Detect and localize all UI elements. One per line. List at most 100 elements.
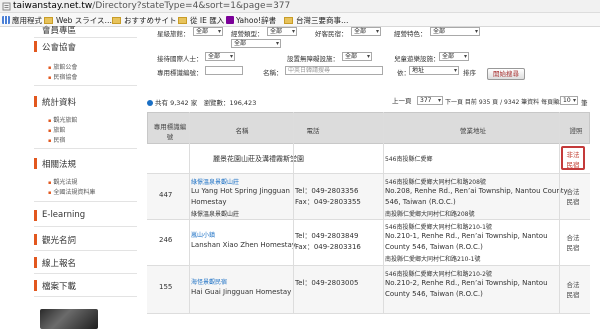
per-page-select[interactable]: 10 (560, 96, 578, 105)
filter-label-kids: 兒童遊樂設施： (394, 55, 440, 63)
row-name[interactable]: 麗景花園山莊及溝禮霧斯堂園 (213, 154, 304, 164)
divider (34, 273, 137, 274)
sidebar-subitem[interactable]: 觀光法規 (48, 177, 77, 186)
filter-star-select[interactable]: 全部 (193, 27, 223, 36)
bookmark-ie-import[interactable]: 從 IE 匯入 (178, 15, 224, 25)
sidebar-item-downloads[interactable]: 檔案下載 (42, 280, 76, 292)
table-row[interactable]: 155 海怪景觀民宿 Hai Guai Jingguan Homestay Te… (147, 266, 590, 314)
table-row[interactable]: 246 嵐山小鎮 Lanshan Xiao Zhen Homestay Tel：… (147, 220, 590, 266)
per-page-suffix: 筆 (581, 99, 588, 107)
row-address-en: No.210-1, Renhe Rd., Ren’ai Township, Na… (385, 232, 548, 240)
filter-label-type: 經營類型： (231, 30, 264, 38)
sidebar-subitem[interactable]: 旅館 (48, 125, 65, 134)
table-row[interactable]: 麗景花園山莊及溝禮霧斯堂園 546南投縣仁愛鄉 非法 民宿 (147, 144, 590, 174)
bookmark-taiwan[interactable]: 台灣三要商事… (284, 15, 349, 25)
row-address-zh2: 南投縣仁愛鄉大同村仁和路210-1號 (385, 256, 481, 263)
filter-hospitality-select[interactable]: 全部 (351, 27, 381, 36)
sidebar-subitem[interactable]: 全國法規資料庫 (48, 187, 95, 196)
row-tel: Tel：049-2803849 (295, 232, 359, 240)
row-status: 合法 (566, 234, 580, 242)
divider (34, 250, 137, 251)
highlight-box (561, 146, 585, 170)
filter-name-input[interactable]: 中英日韓請搜尋 (285, 66, 383, 75)
row-id: 246 (159, 236, 173, 244)
section-marker (34, 210, 37, 221)
result-count: 共有 9,342 家 瀏覽數：196,423 (147, 97, 256, 107)
filter-kids-select[interactable]: 全部 (439, 52, 469, 61)
banner-image[interactable] (40, 309, 98, 329)
row-address-en: No.210-2, Renhe Rd., Ren’ai Township, Na… (385, 279, 548, 287)
filter-type-select[interactable]: 全部 (267, 27, 297, 36)
row-tel: Tel：049-2803356 (295, 187, 359, 195)
divider (34, 201, 137, 202)
sidebar-item-associations[interactable]: 公會協會 (42, 41, 76, 53)
address-bar[interactable]: taiwanstay.net.tw/Directory?stateType=4&… (0, 0, 600, 13)
info-icon (147, 100, 153, 106)
url-text[interactable]: taiwanstay.net.tw/Directory?stateType=4&… (13, 1, 290, 11)
page-icon (2, 2, 11, 11)
column-divider (293, 112, 294, 314)
folder-icon (112, 16, 121, 24)
sidebar-item-glossary[interactable]: 觀光名詞 (42, 234, 76, 246)
column-divider (189, 112, 190, 314)
sidebar-item-regulations[interactable]: 相關法規 (42, 158, 76, 170)
row-fax: Fax：049-2803355 (295, 198, 361, 206)
sidebar-subitem[interactable]: 民宿協會 (48, 72, 77, 81)
yahoo-icon (226, 16, 234, 24)
sidebar-subitem[interactable]: 民宿 (48, 135, 65, 144)
sidebar-item-elearning[interactable]: E-learning (42, 210, 85, 220)
row-address-en2: County 546, Taiwan (R.O.C.) (385, 290, 483, 298)
row-name-zh: 綠憬溫泉景觀山莊 (191, 211, 240, 218)
row-address-zh: 546南投縣仁愛鄉大同村仁和路210-2號 (385, 271, 492, 278)
row-name[interactable]: 綠憬溫泉景觀山莊 (191, 177, 239, 186)
main-content: 星級旅館： 全部 經營類型： 全部 好客民宿： 全部 經營特色： 全部 全部 接… (147, 27, 590, 329)
bookmark-apps[interactable]: 應用程式 (2, 15, 42, 25)
apps-grid-icon (2, 16, 10, 24)
section-marker (34, 234, 37, 245)
divider (34, 296, 137, 297)
filter-label-name: 名稱： (263, 69, 283, 77)
search-button[interactable]: 開始搜尋 (487, 68, 525, 80)
row-name[interactable]: 嵐山小鎮 (191, 230, 215, 239)
row-name-en: Hai Guai Jingguan Homestay (191, 288, 292, 296)
sidebar-item-signup[interactable]: 線上報名 (42, 257, 76, 269)
table-row[interactable]: 447 綠憬溫泉景觀山莊 Lu Yang Hot Spring Jingguan… (147, 174, 590, 220)
page-select[interactable]: 377 (417, 96, 443, 105)
row-address-zh2: 南投縣仁愛鄉大同村仁和路208號 (385, 211, 475, 218)
sidebar-subitem[interactable]: 觀光旅館 (48, 115, 77, 124)
folder-icon (284, 16, 293, 24)
filter-label-hospitality: 好客民宿： (315, 30, 348, 38)
sidebar-subitem[interactable]: 旅館公會 (48, 62, 77, 71)
filter-sortby-select[interactable]: 地址 (409, 66, 459, 75)
row-address-zh: 546南投縣仁愛鄉大同村仁和路208號 (385, 179, 486, 186)
bookmark-recommended[interactable]: おすすめサイト (112, 15, 177, 25)
section-marker (34, 41, 37, 52)
row-status: 合法 (566, 188, 580, 196)
divider (34, 37, 137, 38)
filter-feature-select[interactable]: 全部 (430, 27, 480, 36)
row-fax: Fax：049-2803316 (295, 243, 361, 251)
filter-label-international: 接待國際人士： (157, 55, 203, 63)
sidebar-item-statistics[interactable]: 統計資料 (42, 96, 76, 108)
filter-id-input[interactable] (205, 66, 243, 75)
folder-icon (44, 16, 53, 24)
column-divider (559, 112, 560, 314)
prev-page-link[interactable]: 上一頁 (392, 95, 412, 105)
folder-icon (178, 16, 187, 24)
row-address-zh: 546南投縣仁愛鄉大同村仁和路210-1號 (385, 224, 492, 231)
filter-label-id: 專用標識編號： (157, 69, 203, 77)
filter-international-select[interactable]: 全部 (205, 52, 235, 61)
section-marker (34, 280, 37, 291)
bookmark-yahoo[interactable]: Yahoo!辞書 (226, 15, 276, 25)
row-type: 民宿 (566, 198, 580, 206)
col-header-status: 證照 (569, 127, 583, 135)
row-name[interactable]: 海怪景觀民宿 (191, 277, 227, 286)
column-divider (383, 112, 384, 314)
sidebar-partial-title[interactable]: 會員專區 (42, 24, 76, 36)
section-marker (34, 96, 37, 107)
filter-label-order: 排序 (463, 69, 476, 77)
row-name-en: Lanshan Xiao Zhen Homestay (191, 241, 296, 249)
filter-accessible-select[interactable]: 全部 (342, 52, 372, 61)
filter-subtype-select[interactable]: 全部 (231, 39, 281, 48)
row-name-en2: Homestay (191, 198, 227, 206)
